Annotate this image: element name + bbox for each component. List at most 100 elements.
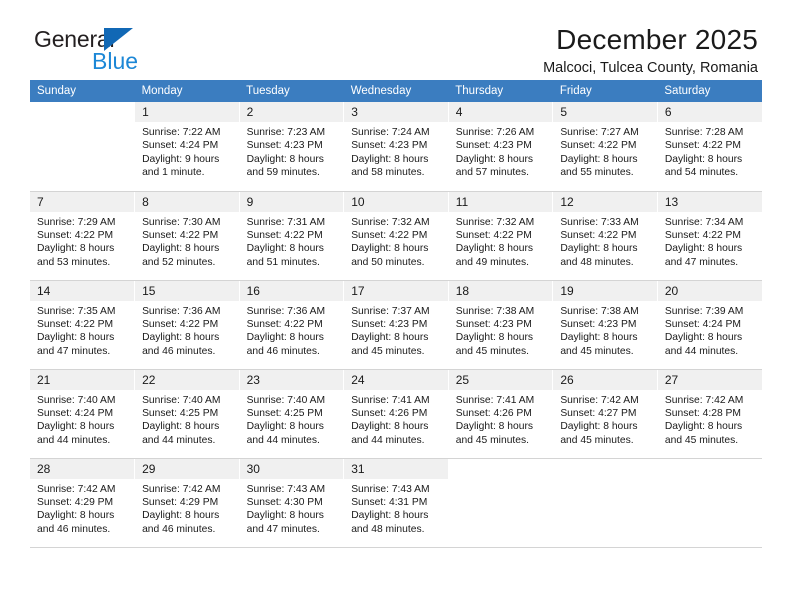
calendar-week-row: 21 Sunrise: 7:40 AM Sunset: 4:24 PM Dayligh… — [30, 369, 762, 459]
day-number — [30, 102, 134, 122]
day-details: Sunrise: 7:36 AM Sunset: 4:22 PM Daylight:… — [135, 301, 239, 359]
day-cell[interactable]: 9 Sunrise: 7:31 AM Sunset: 4:22 PM Daylight… — [239, 191, 345, 281]
daylight-text-line1: Daylight: 8 hours — [455, 421, 534, 433]
day-cell[interactable]: 16 Sunrise: 7:36 AM Sunset: 4:22 PM Dayligh… — [239, 280, 345, 370]
sunset-text: Sunset: 4:22 PM — [664, 229, 742, 241]
daylight-text-line2: and 47 minutes. — [664, 256, 739, 268]
daylight-text-line1: Daylight: 8 hours — [664, 421, 743, 433]
daylight-text-line2: and 57 minutes. — [455, 167, 530, 179]
day-number — [553, 459, 657, 479]
day-cell[interactable]: 6 Sunrise: 7:28 AM Sunset: 4:22 PM Daylight… — [657, 102, 762, 192]
day-cell[interactable]: 22 Sunrise: 7:40 AM Sunset: 4:25 PM Dayligh… — [134, 369, 240, 459]
daylight-text-line2: and 49 minutes. — [455, 256, 530, 268]
weekday-header-sunday: Sunday — [30, 80, 135, 102]
sunrise-text: Sunrise: 7:42 AM — [560, 394, 639, 406]
sunset-text: Sunset: 4:22 PM — [664, 140, 742, 152]
day-details: Sunrise: 7:42 AM Sunset: 4:29 PM Daylight:… — [135, 479, 239, 537]
day-details: Sunrise: 7:27 AM Sunset: 4:22 PM Daylight:… — [553, 122, 657, 180]
day-cell[interactable]: 4 Sunrise: 7:26 AM Sunset: 4:23 PM Daylight… — [448, 102, 554, 192]
day-cell[interactable]: 28 Sunrise: 7:42 AM Sunset: 4:29 PM Dayligh… — [30, 458, 136, 548]
day-cell[interactable]: 20 Sunrise: 7:39 AM Sunset: 4:24 PM Dayligh… — [657, 280, 762, 370]
sunset-text: Sunset: 4:22 PM — [246, 229, 323, 241]
daylight-text-line2: and 54 minutes. — [664, 167, 739, 179]
day-cell[interactable]: 13 Sunrise: 7:34 AM Sunset: 4:22 PM Dayligh… — [657, 191, 762, 281]
day-number: 26 — [553, 369, 657, 390]
day-cell[interactable]: 18 Sunrise: 7:38 AM Sunset: 4:23 PM Dayligh… — [448, 280, 554, 370]
day-cell[interactable]: 24 Sunrise: 7:41 AM Sunset: 4:26 PM Dayligh… — [343, 369, 449, 459]
daylight-text-line1: Daylight: 8 hours — [560, 421, 638, 433]
day-cell[interactable]: 11 Sunrise: 7:32 AM Sunset: 4:22 PM Dayligh… — [448, 191, 554, 281]
daylight-text-line2: and 46 minutes. — [142, 345, 216, 357]
day-cell[interactable]: 15 Sunrise: 7:36 AM Sunset: 4:22 PM Dayligh… — [134, 280, 240, 370]
day-cell[interactable]: 14 Sunrise: 7:35 AM Sunset: 4:22 PM Dayligh… — [30, 280, 136, 370]
day-number: 30 — [239, 458, 344, 479]
sunrise-text: Sunrise: 7:30 AM — [142, 216, 221, 228]
sunrise-text: Sunrise: 7:29 AM — [37, 216, 116, 228]
daylight-text-line2: and 48 minutes. — [560, 256, 634, 268]
sunrise-text: Sunrise: 7:42 AM — [37, 483, 116, 495]
daylight-text-line1: Daylight: 8 hours — [560, 243, 638, 255]
day-cell[interactable]: 26 Sunrise: 7:42 AM Sunset: 4:27 PM Dayligh… — [552, 369, 658, 459]
daylight-text-line1: Daylight: 8 hours — [351, 510, 429, 522]
generalblue-logo[interactable]: General Blue — [30, 24, 210, 82]
day-number: 18 — [448, 280, 553, 301]
daylight-text-line2: and 45 minutes. — [455, 434, 530, 446]
day-details: Sunrise: 7:42 AM Sunset: 4:27 PM Daylight:… — [553, 390, 657, 448]
daylight-text-line2: and 46 minutes. — [37, 523, 111, 535]
sunrise-text: Sunrise: 7:26 AM — [455, 127, 535, 138]
sunrise-text: Sunrise: 7:43 AM — [351, 483, 430, 495]
day-cell[interactable]: 31 Sunrise: 7:43 AM Sunset: 4:31 PM Dayligh… — [343, 458, 449, 548]
day-cell[interactable]: 1 Sunrise: 7:22 AM Sunset: 4:24 PM Daylight… — [134, 102, 240, 192]
daylight-text-line1: Daylight: 8 hours — [455, 153, 534, 165]
day-details: Sunrise: 7:24 AM Sunset: 4:23 PM Daylight:… — [344, 122, 448, 180]
daylight-text-line2: and 44 minutes. — [37, 434, 111, 446]
day-cell[interactable]: 30 Sunrise: 7:43 AM Sunset: 4:30 PM Dayligh… — [239, 458, 345, 548]
daylight-text-line1: Daylight: 8 hours — [351, 332, 429, 344]
sunset-text: Sunset: 4:22 PM — [142, 318, 219, 330]
sunset-text: Sunset: 4:23 PM — [455, 318, 532, 330]
daylight-text-line2: and 45 minutes. — [560, 345, 634, 357]
daylight-text-line2: and 46 minutes. — [246, 345, 320, 357]
day-cell[interactable]: 27 Sunrise: 7:42 AM Sunset: 4:28 PM Dayligh… — [657, 369, 762, 459]
day-cell[interactable]: 5 Sunrise: 7:27 AM Sunset: 4:22 PM Daylight… — [552, 102, 658, 192]
day-cell[interactable]: 8 Sunrise: 7:30 AM Sunset: 4:22 PM Daylight… — [134, 191, 240, 281]
day-number: 16 — [239, 280, 344, 301]
day-cell[interactable]: 19 Sunrise: 7:38 AM Sunset: 4:23 PM Dayligh… — [552, 280, 658, 370]
sunrise-text: Sunrise: 7:40 AM — [246, 394, 326, 406]
calendar-week-row: 7 Sunrise: 7:29 AM Sunset: 4:22 PM Daylight… — [30, 191, 762, 281]
day-number: 6 — [657, 102, 762, 122]
day-number — [449, 459, 553, 479]
day-details: Sunrise: 7:28 AM Sunset: 4:22 PM Daylight:… — [658, 122, 762, 180]
day-cell[interactable]: 29 Sunrise: 7:42 AM Sunset: 4:29 PM Dayligh… — [134, 458, 240, 548]
sunrise-text: Sunrise: 7:34 AM — [664, 216, 744, 228]
weekday-header-wednesday: Wednesday — [343, 80, 449, 102]
day-details: Sunrise: 7:38 AM Sunset: 4:23 PM Daylight:… — [553, 301, 657, 359]
day-cell[interactable]: 12 Sunrise: 7:33 AM Sunset: 4:22 PM Dayligh… — [552, 191, 658, 281]
daylight-text-line1: Daylight: 8 hours — [351, 421, 429, 433]
day-details: Sunrise: 7:40 AM Sunset: 4:25 PM Daylight:… — [240, 390, 344, 448]
day-cell[interactable]: 2 Sunrise: 7:23 AM Sunset: 4:23 PM Daylight… — [239, 102, 345, 192]
day-cell[interactable]: 23 Sunrise: 7:40 AM Sunset: 4:25 PM Dayligh… — [239, 369, 345, 459]
sunrise-text: Sunrise: 7:42 AM — [142, 483, 221, 495]
sunset-text: Sunset: 4:22 PM — [37, 229, 114, 241]
sunrise-text: Sunrise: 7:42 AM — [664, 394, 744, 406]
day-cell[interactable]: 10 Sunrise: 7:32 AM Sunset: 4:22 PM Dayligh… — [343, 191, 449, 281]
day-cell[interactable]: 25 Sunrise: 7:41 AM Sunset: 4:26 PM Dayligh… — [448, 369, 554, 459]
sunset-text: Sunset: 4:23 PM — [455, 140, 532, 152]
day-cell[interactable]: 3 Sunrise: 7:24 AM Sunset: 4:23 PM Daylight… — [343, 102, 449, 192]
day-number: 13 — [657, 191, 762, 212]
day-cell[interactable]: 17 Sunrise: 7:37 AM Sunset: 4:23 PM Dayligh… — [343, 280, 449, 370]
day-cell[interactable]: 7 Sunrise: 7:29 AM Sunset: 4:22 PM Daylight… — [30, 191, 136, 281]
day-cell[interactable]: 21 Sunrise: 7:40 AM Sunset: 4:24 PM Dayligh… — [30, 369, 136, 459]
day-details: Sunrise: 7:32 AM Sunset: 4:22 PM Daylight:… — [344, 212, 448, 270]
day-number: 10 — [344, 191, 448, 212]
sunset-text: Sunset: 4:25 PM — [142, 407, 219, 419]
daylight-text-line1: Daylight: 8 hours — [246, 510, 324, 522]
calendar-body: 1 Sunrise: 7:22 AM Sunset: 4:24 PM Daylight… — [30, 102, 762, 548]
daylight-text-line1: Daylight: 8 hours — [246, 153, 324, 165]
day-cell[interactable] — [30, 102, 136, 192]
day-number: 22 — [135, 369, 239, 390]
day-details: Sunrise: 7:37 AM Sunset: 4:23 PM Daylight:… — [344, 301, 448, 359]
day-number: 20 — [657, 280, 762, 301]
day-details: Sunrise: 7:42 AM Sunset: 4:28 PM Daylight:… — [658, 390, 762, 448]
